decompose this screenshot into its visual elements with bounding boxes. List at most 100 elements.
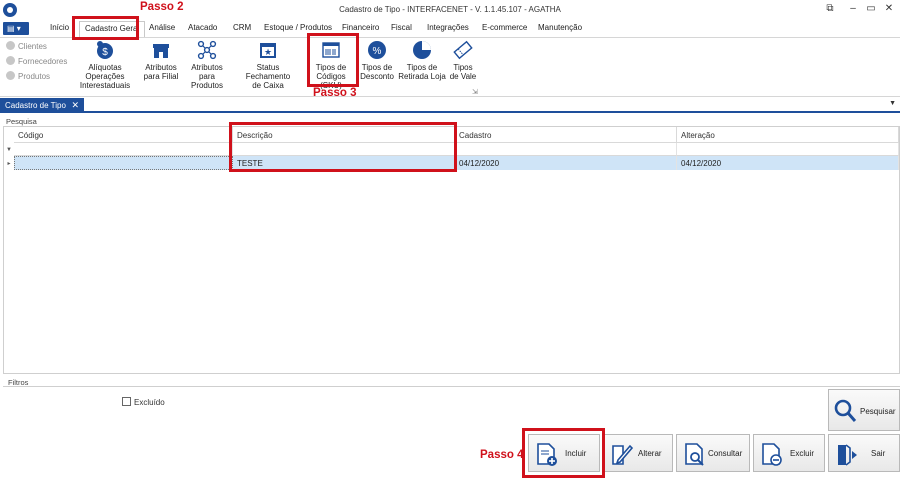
group-launcher-icon[interactable]: ⇲ — [472, 88, 478, 96]
tab-cadastro-de-tipo[interactable]: Cadastro de Tipo ✕ — [0, 98, 84, 113]
ribbon-atributos-produtos-button[interactable]: Atributos para Produtos — [182, 39, 232, 90]
filter-cell-cadastro[interactable] — [455, 143, 677, 156]
filter-cell-codigo[interactable] — [14, 143, 233, 156]
ribbon-side-produtos[interactable]: Produtos — [6, 71, 50, 81]
ribbon-label: Tipos — [453, 63, 473, 72]
tab-manutencao[interactable]: Manutenção — [538, 23, 582, 32]
delete-document-icon — [762, 443, 782, 466]
tab-list-dropdown-icon[interactable]: ▼ — [889, 100, 896, 107]
menu-icon: ▤ — [7, 24, 15, 33]
ribbon-label: Desconto — [360, 72, 394, 81]
ribbon-status-fechamento-button[interactable]: ★ Status Fechamento de Caixa — [235, 39, 301, 90]
annotation-box-passo2 — [72, 16, 139, 40]
excluir-button[interactable]: Excluir — [753, 434, 825, 472]
close-tab-icon[interactable]: ✕ — [71, 98, 79, 113]
products-icon — [6, 71, 15, 80]
sair-button[interactable]: Sair — [828, 434, 900, 472]
tab-atacado[interactable]: Atacado — [188, 23, 217, 32]
money-bag-icon: $ — [97, 41, 113, 59]
window-title: Cadastro de Tipo - INTERFACENET - V. 1.1… — [339, 5, 561, 14]
ribbon-panel: Clientes Fornecedores Produtos $ Alíquot… — [0, 37, 900, 97]
column-header-codigo[interactable]: Código — [14, 127, 233, 143]
annotation-passo2: Passo 2 — [140, 1, 184, 13]
ribbon-label: Tipos de — [361, 63, 393, 72]
store-icon — [153, 44, 169, 58]
ribbon-label: de Vale — [449, 72, 477, 81]
ribbon-label: Interestaduais — [79, 81, 131, 90]
consultar-label: Consultar — [708, 449, 743, 458]
ribbon-tipos-retirada-button[interactable]: Tipos de Retirada Loja — [398, 39, 446, 81]
ribbon-tipos-vale-button[interactable]: Tipos de Vale — [448, 39, 478, 81]
application-menu-button[interactable]: ▤ ▾ — [3, 22, 29, 35]
annotation-box-passo3 — [307, 33, 359, 87]
annotation-passo4: Passo 4 — [480, 449, 524, 461]
document-tab-strip: Cadastro de Tipo ✕ ▼ — [0, 98, 900, 113]
pesquisar-button[interactable]: Pesquisar — [828, 389, 900, 431]
exit-door-icon — [838, 444, 857, 466]
tab-financeiro[interactable]: Financeiro — [342, 23, 379, 32]
ribbon-label: Alíquotas Operações — [85, 63, 125, 81]
annotation-box-passo4 — [522, 428, 605, 478]
ribbon-label: para Produtos — [190, 72, 224, 90]
ribbon-label: Retirada Loja — [398, 72, 446, 81]
filters-panel — [3, 386, 900, 432]
side-label: Produtos — [18, 72, 51, 81]
ribbon-label: para Filial — [143, 72, 179, 81]
magnifier-icon — [834, 399, 857, 422]
side-label: Fornecedores — [18, 57, 68, 66]
pie-icon — [413, 41, 431, 59]
discount-icon: % — [368, 41, 386, 59]
annotation-passo3: Passo 3 — [313, 87, 357, 99]
ribbon-aliquotas-button[interactable]: $ Alíquotas Operações Interestaduais — [70, 39, 140, 90]
svg-text:$: $ — [102, 47, 108, 58]
network-icon — [197, 40, 217, 60]
svg-text:★: ★ — [264, 48, 272, 58]
sair-label: Sair — [871, 449, 886, 458]
ribbon-side-fornecedores[interactable]: Fornecedores — [6, 56, 67, 66]
tab-integracoes[interactable]: Integrações — [427, 23, 469, 32]
minimize-button[interactable]: – — [846, 3, 860, 15]
alterar-button[interactable]: Alterar — [603, 434, 673, 472]
pesquisa-group-label: Pesquisa — [6, 117, 37, 126]
tab-estoque-produtos[interactable]: Estoque / Produtos — [264, 23, 332, 32]
excluir-label: Excluir — [790, 449, 815, 458]
table-cell-cadastro[interactable]: 04/12/2020 — [455, 156, 677, 170]
ribbon-label: Tipos de — [406, 63, 438, 72]
search-document-icon — [685, 443, 704, 466]
suppliers-icon — [6, 56, 15, 65]
pesquisar-label: Pesquisar — [860, 407, 896, 416]
menu-chevron-down-icon: ▾ — [16, 24, 21, 33]
doc-tab-label: Cadastro de Tipo — [5, 101, 66, 110]
edit-pencil-icon — [612, 444, 634, 465]
filter-row-icon: ▼ — [6, 147, 12, 153]
ribbon-side-clientes[interactable]: Clientes — [6, 41, 47, 51]
ribbon-label: de Caixa — [252, 81, 284, 90]
excluido-checkbox[interactable] — [122, 397, 131, 406]
ribbon-label: Status Fechamento — [245, 63, 291, 81]
column-header-cadastro[interactable]: Cadastro — [455, 127, 677, 143]
restore-icon[interactable]: ⧉ — [823, 3, 837, 15]
tab-inicio[interactable]: Início — [50, 23, 69, 32]
tab-fiscal[interactable]: Fiscal — [391, 23, 412, 32]
table-cell-codigo[interactable] — [14, 156, 233, 170]
tab-crm[interactable]: CRM — [233, 23, 251, 32]
tab-ecommerce[interactable]: E-commerce — [482, 23, 527, 32]
clients-icon — [6, 41, 15, 50]
ribbon-tipos-desconto-button[interactable]: % Tipos de Desconto — [360, 39, 394, 81]
ribbon-label: Atributos — [145, 63, 177, 72]
excluido-label: Excluído — [134, 398, 165, 407]
column-header-alteracao[interactable]: Alteração — [677, 127, 899, 143]
consultar-button[interactable]: Consultar — [676, 434, 750, 472]
ribbon-atributos-filial-button[interactable]: Atributos para Filial — [142, 39, 180, 81]
svg-text:%: % — [373, 46, 382, 57]
side-label: Clientes — [18, 42, 47, 51]
tab-analise[interactable]: Análise — [149, 23, 175, 32]
close-button[interactable]: ✕ — [882, 3, 896, 15]
annotation-box-descricao — [229, 122, 457, 172]
alterar-label: Alterar — [638, 449, 662, 458]
filter-cell-alteracao[interactable] — [677, 143, 899, 156]
maximize-button[interactable]: ▭ — [864, 3, 878, 15]
table-cell-alteracao[interactable]: 04/12/2020 — [677, 156, 899, 170]
ticket-icon — [453, 40, 473, 60]
ribbon-label: Atributos — [191, 63, 223, 72]
